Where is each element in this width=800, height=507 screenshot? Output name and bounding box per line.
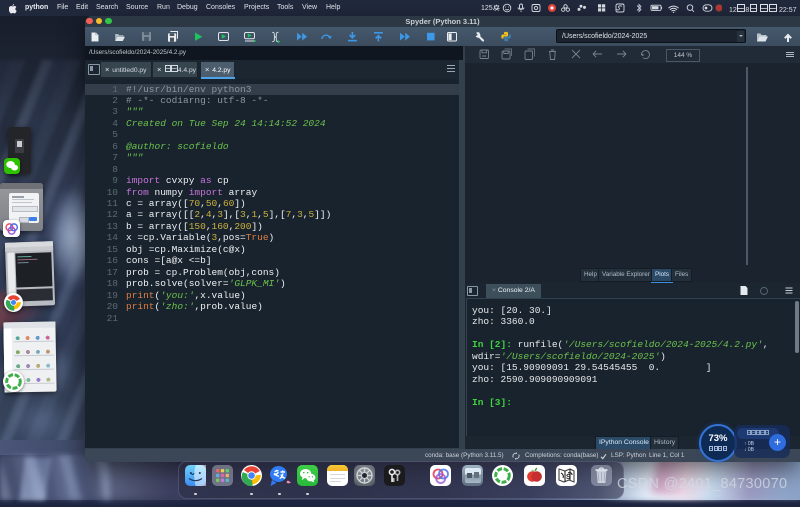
svg-text:S: S xyxy=(566,474,571,481)
